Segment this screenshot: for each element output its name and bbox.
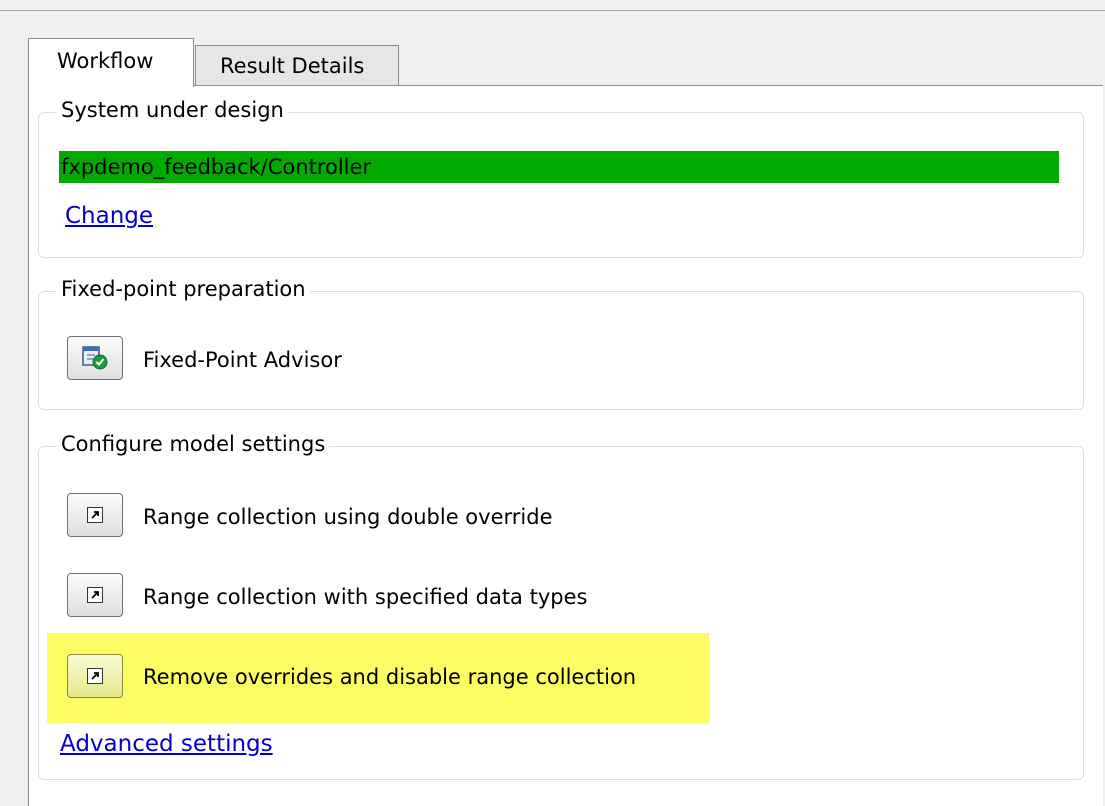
advanced-settings-link[interactable]: Advanced settings (60, 731, 273, 757)
tab-result-details-label: Result Details (220, 54, 365, 78)
tab-result-details[interactable]: Result Details (195, 45, 399, 85)
range-collection-specified-types-label: Range collection with specified data typ… (143, 585, 588, 609)
shortcut-arrow-icon (87, 507, 103, 523)
top-border (0, 0, 1105, 11)
fixed-point-advisor-label: Fixed-Point Advisor (143, 348, 342, 372)
fixed-point-advisor-button[interactable] (67, 336, 123, 380)
configure-model-settings-group: Configure model settings (38, 432, 1084, 780)
range-collection-specified-types-button[interactable] (67, 573, 123, 617)
fixed-point-preparation-group: Fixed-point preparation Fixed-Point Advi… (38, 277, 1084, 410)
shortcut-arrow-icon (87, 587, 103, 603)
tab-workflow[interactable]: Workflow (28, 38, 194, 87)
configure-model-settings-legend: Configure model settings (57, 432, 330, 456)
range-collection-double-override-label: Range collection using double override (143, 505, 553, 529)
change-link[interactable]: Change (65, 203, 153, 229)
system-under-design-value: fxpdemo_feedback/Controller (59, 151, 1059, 183)
fixed-point-advisor-icon (82, 346, 108, 370)
fixed-point-preparation-legend: Fixed-point preparation (57, 277, 310, 301)
tab-workflow-label: Workflow (57, 49, 154, 73)
range-collection-double-override-button[interactable] (67, 493, 123, 537)
system-under-design-legend: System under design (57, 98, 288, 122)
shortcut-arrow-icon (87, 668, 103, 684)
remove-overrides-label: Remove overrides and disable range colle… (143, 665, 637, 689)
remove-overrides-button[interactable] (67, 654, 123, 698)
system-under-design-group: System under design fxpdemo_feedback/Con… (38, 98, 1084, 258)
